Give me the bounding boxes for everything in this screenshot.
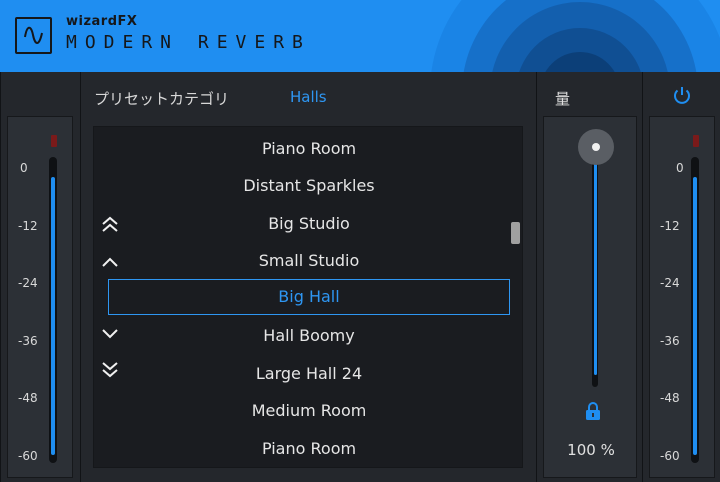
- preset-item[interactable]: Piano Room: [94, 130, 524, 167]
- chevron-up-icon[interactable]: [100, 253, 120, 273]
- meter-tick: -48: [18, 391, 38, 405]
- preset-item[interactable]: Large Hall 24: [94, 355, 524, 392]
- double-chevron-down-icon[interactable]: [100, 359, 120, 379]
- power-icon[interactable]: [671, 85, 693, 107]
- amount-label: 量: [555, 90, 571, 108]
- meter-tick: -12: [18, 219, 38, 233]
- logo-icon: [15, 17, 52, 54]
- meter-tick: -48: [660, 391, 680, 405]
- meter-tick: -24: [18, 276, 38, 290]
- meter-tick: -60: [18, 449, 38, 463]
- amount-slider-fill: [594, 147, 597, 375]
- meter-level: [693, 177, 697, 455]
- meter-tick: 0: [676, 161, 684, 175]
- input-meter-panel: 0 -12 -24 -36 -48 -60: [0, 72, 80, 482]
- amount-panel: 量 100 %: [536, 72, 642, 482]
- preset-scrollbar[interactable]: [511, 222, 520, 244]
- preset-item[interactable]: Hall Boomy: [94, 317, 524, 354]
- output-meter-panel: 0 -12 -24 -36 -48 -60: [642, 72, 720, 482]
- preset-browser: プリセットカテゴリ Halls Piano Room Distant Spark…: [80, 72, 536, 482]
- preset-item[interactable]: Piano Room: [94, 430, 524, 467]
- preset-item-selected[interactable]: Big Hall: [108, 279, 510, 315]
- preset-item[interactable]: Medium Room: [94, 392, 524, 429]
- product-name: MODERN REVERB: [66, 32, 311, 53]
- preset-category-dropdown[interactable]: Halls: [290, 88, 327, 106]
- amount-value: 100 %: [567, 441, 615, 459]
- header-bar: wizardFX MODERN REVERB: [0, 0, 720, 72]
- clip-indicator[interactable]: [693, 135, 699, 147]
- lock-icon[interactable]: [584, 401, 602, 421]
- input-meter: 0 -12 -24 -36 -48 -60: [7, 116, 73, 478]
- preset-item[interactable]: Small Studio: [94, 242, 524, 279]
- meter-tick: -36: [660, 334, 680, 348]
- brand-name: wizardFX: [66, 14, 138, 29]
- output-meter: 0 -12 -24 -36 -48 -60: [649, 116, 715, 478]
- amount-slider-handle[interactable]: [578, 129, 614, 165]
- preset-category-label: プリセットカテゴリ: [94, 90, 230, 108]
- chevron-down-icon[interactable]: [100, 323, 120, 343]
- knob-dot: [592, 143, 600, 151]
- amount-control: 100 %: [543, 116, 637, 478]
- meter-tick: -36: [18, 334, 38, 348]
- preset-item[interactable]: Big Studio: [94, 205, 524, 242]
- meter-tick: -60: [660, 449, 680, 463]
- preset-item[interactable]: Distant Sparkles: [94, 167, 524, 204]
- clip-indicator[interactable]: [51, 135, 57, 147]
- double-chevron-up-icon[interactable]: [100, 215, 120, 235]
- preset-list[interactable]: Piano Room Distant Sparkles Big Studio S…: [93, 126, 523, 468]
- meter-tick: -24: [660, 276, 680, 290]
- meter-tick: -12: [660, 219, 680, 233]
- meter-level: [51, 177, 55, 455]
- meter-tick: 0: [20, 161, 28, 175]
